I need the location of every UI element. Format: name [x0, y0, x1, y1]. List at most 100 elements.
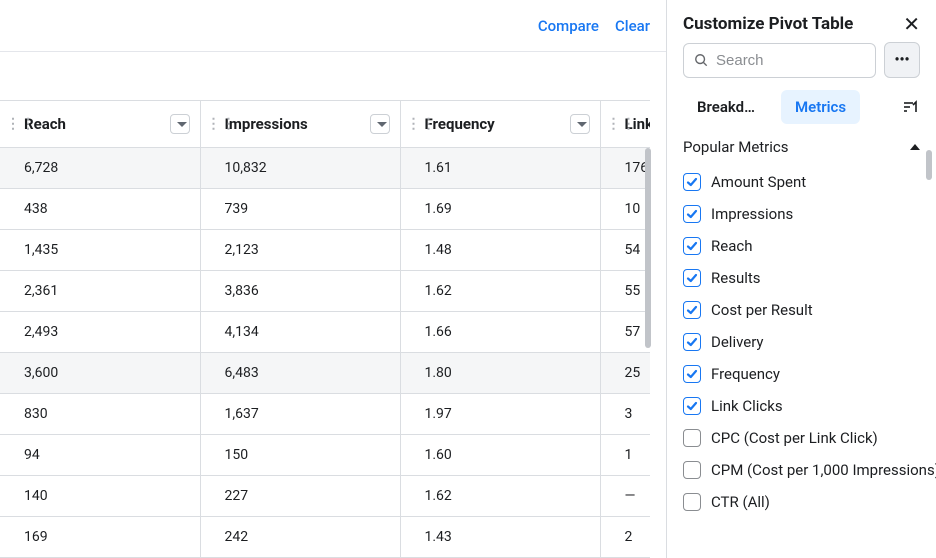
table-cell: 176 — [600, 148, 650, 189]
table-cell: 3,600 — [0, 353, 200, 394]
checkbox[interactable] — [683, 301, 701, 319]
table-cell: 2 — [600, 517, 650, 558]
check-icon — [686, 400, 698, 412]
table-row[interactable]: 2,4934,1341.6657 — [0, 312, 650, 353]
table-row[interactable]: 3,6006,4831.8025 — [0, 353, 650, 394]
metric-label: CPM (Cost per 1,000 Impressions) — [711, 461, 936, 479]
table-row[interactable]: 941501.601 — [0, 435, 650, 476]
table-cell: 57 — [600, 312, 650, 353]
table-row[interactable]: 6,72810,8321.61176 — [0, 148, 650, 189]
checkbox[interactable] — [683, 269, 701, 287]
table-row[interactable]: 1402271.62— — [0, 476, 650, 517]
search-icon — [694, 53, 708, 67]
checkbox[interactable] — [683, 365, 701, 383]
table-row[interactable]: 2,3613,8361.6255 — [0, 271, 650, 312]
metric-row[interactable]: Results — [683, 262, 920, 294]
metric-row[interactable]: Cost per Result — [683, 294, 920, 326]
table-row[interactable]: 1,4352,1231.4854 — [0, 230, 650, 271]
table-row[interactable]: 8301,6371.973 — [0, 394, 650, 435]
table-row[interactable]: 4387391.6910 — [0, 189, 650, 230]
panel-scrollbar[interactable] — [926, 150, 932, 180]
clear-link[interactable]: Clear — [615, 17, 650, 35]
compare-link[interactable]: Compare — [538, 17, 599, 35]
table-scrollbar[interactable] — [645, 148, 651, 348]
check-icon — [686, 208, 698, 220]
checkbox[interactable] — [683, 173, 701, 191]
table-cell: 54 — [600, 230, 650, 271]
metric-label: Amount Spent — [711, 173, 806, 191]
checkbox[interactable] — [683, 397, 701, 415]
metric-label: Impressions — [711, 205, 793, 223]
close-icon[interactable]: ✕ — [903, 14, 920, 34]
caret-down-icon — [177, 122, 187, 127]
drag-handle-icon[interactable]: ⋮⋮ — [607, 122, 637, 126]
table-cell: 739 — [200, 189, 400, 230]
drag-handle-icon[interactable]: ⋮⋮ — [207, 122, 237, 126]
metric-row[interactable]: Frequency — [683, 358, 920, 390]
metric-row[interactable]: Delivery — [683, 326, 920, 358]
table-cell: 6,483 — [200, 353, 400, 394]
check-icon — [686, 240, 698, 252]
column-header[interactable]: ⋮⋮Reach — [0, 101, 200, 148]
table-cell: 1.61 — [400, 148, 600, 189]
drag-handle-icon[interactable]: ⋮⋮ — [407, 122, 437, 126]
drag-handle-icon[interactable]: ⋮⋮ — [6, 122, 36, 126]
column-header[interactable]: ⋮⋮Link — [600, 101, 650, 148]
metric-row[interactable]: CTR (All) — [683, 486, 920, 518]
table-cell: 2,493 — [0, 312, 200, 353]
caret-down-icon — [377, 122, 387, 127]
table-cell: 438 — [0, 189, 200, 230]
table-cell: 169 — [0, 517, 200, 558]
chevron-up-icon[interactable] — [910, 144, 920, 150]
metric-row[interactable]: Amount Spent — [683, 166, 920, 198]
table-cell: 1 — [600, 435, 650, 476]
metric-row[interactable]: Link Clicks — [683, 390, 920, 422]
caret-down-icon — [577, 122, 587, 127]
table-cell: 94 — [0, 435, 200, 476]
checkbox[interactable] — [683, 493, 701, 511]
column-menu-button[interactable] — [170, 114, 190, 134]
checkbox[interactable] — [683, 237, 701, 255]
column-header[interactable]: ⋮⋮Frequency — [400, 101, 600, 148]
checkbox[interactable] — [683, 333, 701, 351]
table-cell: 1.80 — [400, 353, 600, 394]
table-cell: 3 — [600, 394, 650, 435]
check-icon — [686, 272, 698, 284]
search-input-wrap[interactable] — [683, 43, 876, 78]
column-menu-button[interactable] — [570, 114, 590, 134]
metric-row[interactable]: Reach — [683, 230, 920, 262]
checkbox[interactable] — [683, 461, 701, 479]
checkbox[interactable] — [683, 429, 701, 447]
table-cell: 1.66 — [400, 312, 600, 353]
table-cell: 10,832 — [200, 148, 400, 189]
sort-button[interactable] — [900, 97, 920, 117]
metric-label: Cost per Result — [711, 301, 813, 319]
search-input[interactable] — [716, 52, 865, 69]
table-cell: 25 — [600, 353, 650, 394]
section-title: Popular Metrics — [683, 138, 789, 156]
table-row[interactable]: 1692421.432 — [0, 517, 650, 558]
table-cell: 1.62 — [400, 271, 600, 312]
column-header[interactable]: ⋮⋮Impressions — [200, 101, 400, 148]
table-cell: 1,637 — [200, 394, 400, 435]
table-cell: 1,435 — [0, 230, 200, 271]
table-cell: 1.48 — [400, 230, 600, 271]
column-menu-button[interactable] — [370, 114, 390, 134]
panel-title: Customize Pivot Table — [683, 14, 853, 34]
checkbox[interactable] — [683, 205, 701, 223]
more-button[interactable]: ••• — [884, 42, 920, 78]
table-cell: 10 — [600, 189, 650, 230]
ellipsis-icon: ••• — [894, 52, 909, 68]
metric-label: CTR (All) — [711, 493, 770, 511]
check-icon — [686, 336, 698, 348]
metric-row[interactable]: CPC (Cost per Link Click) — [683, 422, 920, 454]
tab-metrics[interactable]: Metrics — [781, 90, 860, 124]
table-cell: 150 — [200, 435, 400, 476]
metric-label: Frequency — [711, 365, 780, 383]
metric-row[interactable]: Impressions — [683, 198, 920, 230]
tab-breakdown[interactable]: Breakdo… — [683, 90, 773, 124]
metric-label: Reach — [711, 237, 752, 255]
metric-label: CPC (Cost per Link Click) — [711, 429, 878, 447]
check-icon — [686, 304, 698, 316]
metric-row[interactable]: CPM (Cost per 1,000 Impressions) — [683, 454, 920, 486]
